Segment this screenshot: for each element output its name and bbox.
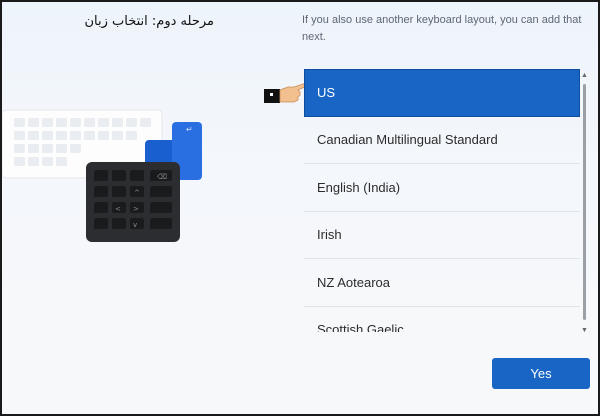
layout-option-scottish-gaelic[interactable]: Scottish Gaelic xyxy=(304,307,580,332)
layout-option-canadian-multilingual[interactable]: Canadian Multilingual Standard xyxy=(304,117,580,164)
pointing-hand-icon xyxy=(264,79,308,110)
layout-option-us[interactable]: US xyxy=(304,69,580,117)
svg-text:↵: ↵ xyxy=(186,125,193,134)
svg-text:>: > xyxy=(133,205,139,213)
layout-option-label: Irish xyxy=(317,227,342,243)
keyboard-illustration: ↵ ⌫ ^ < > v xyxy=(2,102,222,257)
window: مرحله دوم: انتخاب زبان ↵ ⌫ ^ < > v If yo… xyxy=(0,0,600,416)
layout-option-label: US xyxy=(317,85,336,101)
svg-text:<: < xyxy=(115,205,121,213)
layout-option-english-india[interactable]: English (India) xyxy=(304,164,580,212)
list-scrollbar[interactable]: ▲ ▼ xyxy=(581,72,588,334)
yes-button[interactable]: Yes xyxy=(492,358,590,389)
svg-text:v: v xyxy=(133,221,137,229)
layout-option-irish[interactable]: Irish xyxy=(304,212,580,259)
scroll-thumb[interactable] xyxy=(583,84,586,320)
scroll-down-arrow-icon[interactable]: ▼ xyxy=(581,327,588,334)
keyboard-layout-list[interactable]: US Canadian Multilingual Standard Englis… xyxy=(304,69,580,332)
layout-option-nz-aotearoa[interactable]: NZ Aotearoa xyxy=(304,259,580,307)
layout-option-label: Canadian Multilingual Standard xyxy=(317,132,498,148)
layout-option-label: Scottish Gaelic xyxy=(317,322,404,332)
instruction-text: If you also use another keyboard layout,… xyxy=(302,14,582,43)
scroll-up-arrow-icon[interactable]: ▲ xyxy=(581,72,588,79)
layout-option-label: NZ Aotearoa xyxy=(317,274,390,290)
svg-text:^: ^ xyxy=(134,189,140,197)
layout-option-label: English (India) xyxy=(317,179,401,195)
caption: مرحله دوم: انتخاب زبان xyxy=(84,14,215,29)
svg-text:⌫: ⌫ xyxy=(157,173,167,181)
